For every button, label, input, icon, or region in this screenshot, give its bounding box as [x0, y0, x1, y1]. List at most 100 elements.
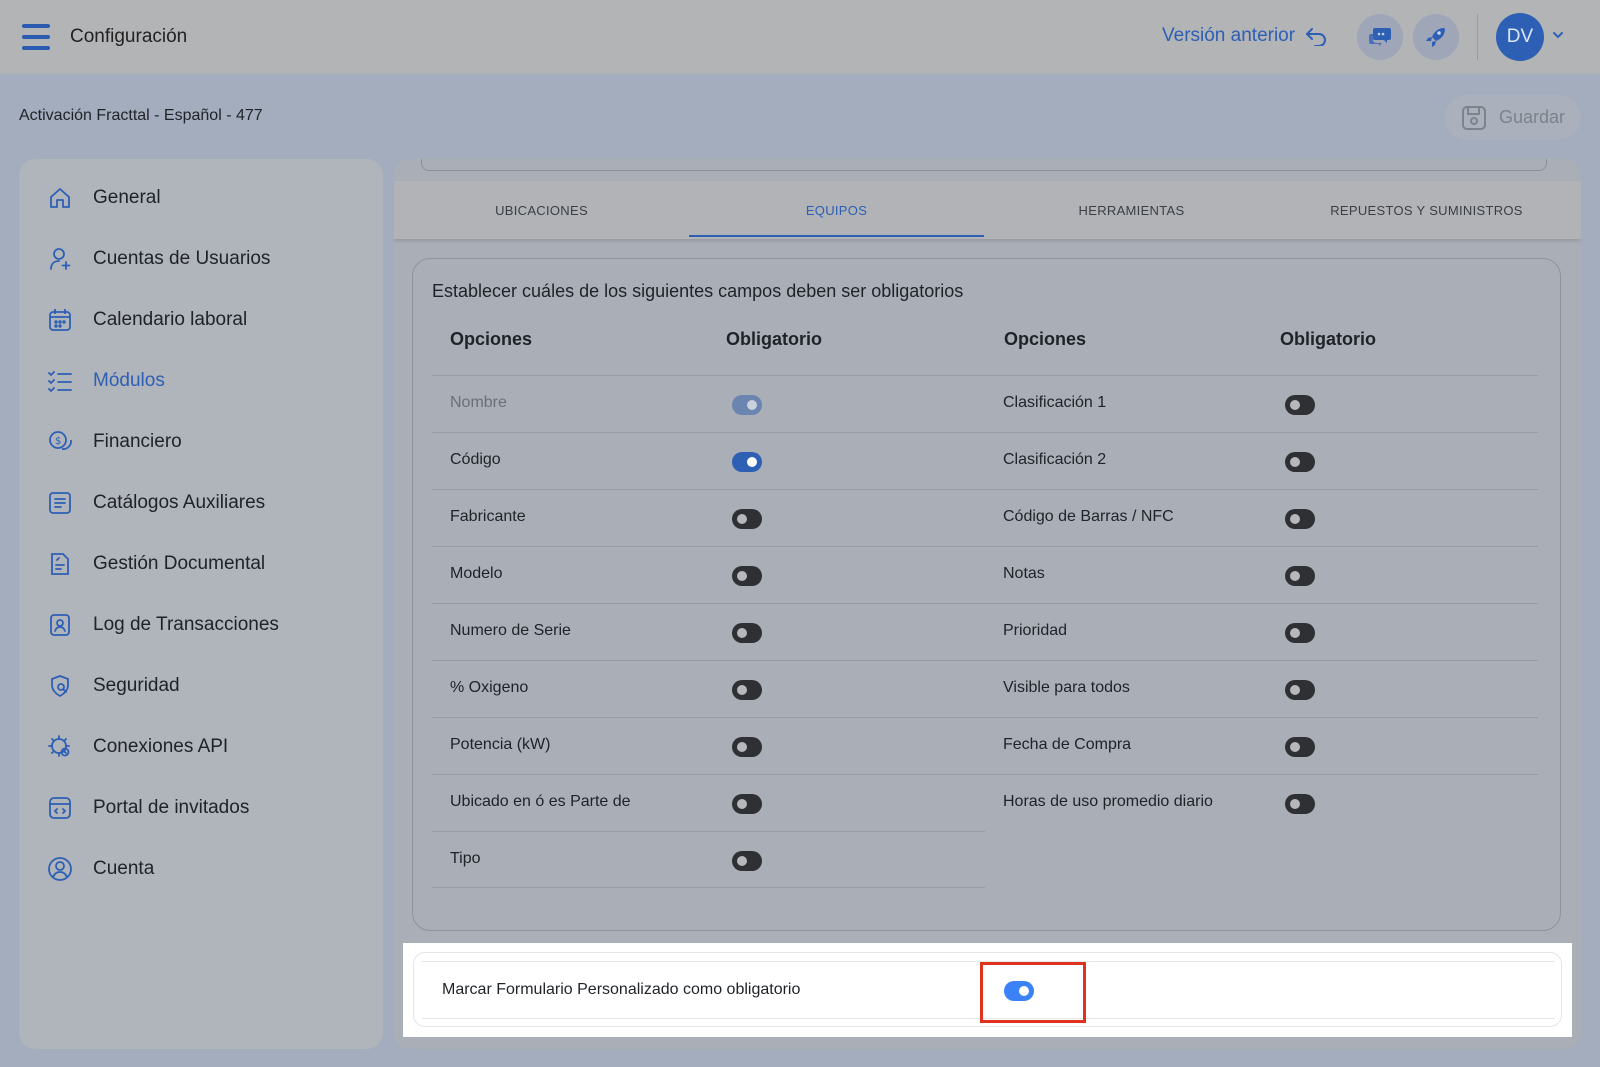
column-header-options: Opciones	[450, 329, 533, 349]
menu-icon[interactable]	[22, 24, 50, 50]
app-title: Configuración	[70, 26, 188, 47]
custom-form-panel: Marcar Formulario Personalizado como obl…	[403, 943, 1572, 1037]
tab-parts-supplies[interactable]: REPUESTOS Y SUMINISTROS	[1279, 181, 1574, 239]
breadcrumb: Activación Fracttal - Español - 477	[19, 107, 263, 124]
table-row: Numero de Serie	[432, 603, 985, 660]
account-circle-icon	[48, 857, 72, 881]
header-divider	[1477, 14, 1478, 60]
required-fields-card: Establecer cuáles de los siguientes camp…	[412, 258, 1561, 931]
field-label: Fabricante	[450, 508, 526, 525]
sidebar-item-financial[interactable]: $ Financiero	[19, 417, 383, 467]
document-icon	[51, 553, 69, 575]
svg-text:$: $	[55, 436, 61, 447]
checklist-icon	[48, 371, 72, 393]
rocket-icon	[1426, 28, 1445, 47]
toggle-classification1-required[interactable]	[1285, 395, 1315, 415]
toggle-classification2-required[interactable]	[1285, 452, 1315, 472]
toggle-type-required[interactable]	[732, 851, 762, 871]
sidebar-item-label: Financiero	[93, 431, 182, 452]
table-row: % Oxigeno	[432, 660, 985, 717]
column-header-options-2: Opciones	[1004, 329, 1087, 349]
sidebar-item-label: Log de Transacciones	[93, 614, 279, 635]
field-label: Prioridad	[1003, 622, 1068, 639]
toggle-purchase-date-required[interactable]	[1285, 737, 1315, 757]
table-row: Código	[432, 432, 985, 489]
chat-bubbles-icon	[1369, 28, 1391, 46]
field-label: Ubicado en ó es Parte de	[450, 793, 631, 810]
field-label: Tipo	[450, 850, 481, 867]
field-label: Fecha de Compra	[1003, 736, 1132, 753]
sidebar-item-label: Conexiones API	[93, 736, 229, 757]
field-label: % Oxigeno	[450, 679, 529, 696]
chat-support-button[interactable]	[1357, 14, 1403, 60]
save-button[interactable]: Guardar	[1445, 95, 1581, 140]
sidebar-item-aux-catalogs[interactable]: Catálogos Auxiliares	[19, 478, 383, 528]
table-row: Horas de uso promedio diario	[985, 774, 1538, 831]
column-header-required-2: Obligatorio	[1280, 329, 1376, 349]
table-row: Visible para todos	[985, 660, 1538, 717]
toggle-power-required[interactable]	[732, 737, 762, 757]
onboarding-button[interactable]	[1413, 14, 1459, 60]
form-field-edge	[421, 159, 1547, 171]
toggle-oxygen-required[interactable]	[732, 680, 762, 700]
sidebar-item-document-management[interactable]: Gestión Documental	[19, 539, 383, 589]
toggle-barcode-required[interactable]	[1285, 509, 1315, 529]
sidebar-item-general[interactable]: General	[19, 173, 383, 223]
table-row: Notas	[985, 546, 1538, 603]
tab-equipment[interactable]: EQUIPOS	[689, 181, 984, 239]
table-row: Clasificación 1	[985, 375, 1538, 432]
floppy-disk-icon	[1461, 105, 1486, 130]
toggle-notes-required[interactable]	[1285, 566, 1315, 586]
toggle-location-required[interactable]	[732, 794, 762, 814]
log-icon	[50, 614, 70, 636]
custom-form-card: Marcar Formulario Personalizado como obl…	[413, 952, 1562, 1027]
toggle-daily-hours-required[interactable]	[1285, 794, 1315, 814]
catalog-icon	[49, 492, 71, 514]
custom-form-label: Marcar Formulario Personalizado como obl…	[442, 981, 801, 998]
chevron-down-icon[interactable]	[1552, 31, 1564, 39]
api-gear-icon	[48, 735, 70, 757]
table-row: Tipo	[432, 831, 985, 888]
sidebar-item-modules[interactable]: Módulos	[19, 356, 383, 406]
table-row: Clasificación 2	[985, 432, 1538, 489]
sidebar: General Cuentas de Usuarios Calendario l…	[19, 159, 383, 1049]
field-label: Potencia (kW)	[450, 736, 551, 753]
toggle-code-required[interactable]	[732, 452, 762, 472]
toggle-visible-all-required[interactable]	[1285, 680, 1315, 700]
sidebar-item-api-connections[interactable]: Conexiones API	[19, 722, 383, 772]
sidebar-item-account[interactable]: Cuenta	[19, 844, 383, 894]
field-label: Clasificación 1	[1003, 394, 1107, 411]
field-label: Código de Barras / NFC	[1003, 508, 1174, 525]
field-label: Modelo	[450, 565, 503, 582]
card-title: Establecer cuáles de los siguientes camp…	[432, 281, 964, 301]
sidebar-item-security[interactable]: Seguridad	[19, 661, 383, 711]
sidebar-item-label: Catálogos Auxiliares	[93, 492, 266, 513]
toggle-priority-required[interactable]	[1285, 623, 1315, 643]
sidebar-item-user-accounts[interactable]: Cuentas de Usuarios	[19, 234, 383, 284]
sidebar-item-label: General	[93, 187, 161, 208]
toggle-manufacturer-required[interactable]	[732, 509, 762, 529]
field-label: Clasificación 2	[1003, 451, 1107, 468]
sidebar-item-guest-portal[interactable]: Portal de invitados	[19, 783, 383, 833]
portal-icon	[49, 797, 71, 819]
home-icon	[50, 188, 70, 208]
table-row: Potencia (kW)	[432, 717, 985, 774]
table-row: Código de Barras / NFC	[985, 489, 1538, 546]
user-add-icon	[50, 248, 71, 270]
tab-tools[interactable]: HERRAMIENTAS	[984, 181, 1279, 239]
avatar[interactable]: DV	[1496, 13, 1544, 61]
toggle-custom-form-required[interactable]	[1004, 981, 1034, 1001]
field-label: Notas	[1003, 565, 1045, 582]
shield-icon	[51, 675, 69, 698]
sidebar-item-label: Seguridad	[93, 675, 180, 696]
field-label: Horas de uso promedio diario	[1003, 793, 1213, 810]
previous-version-link[interactable]: Versión anterior	[1162, 25, 1327, 47]
sidebar-item-transaction-log[interactable]: Log de Transacciones	[19, 600, 383, 650]
toggle-model-required[interactable]	[732, 566, 762, 586]
sidebar-item-work-calendar[interactable]: Calendario laboral	[19, 295, 383, 345]
main-panel: UBICACIONES EQUIPOS HERRAMIENTAS REPUEST…	[394, 159, 1581, 1049]
tab-locations[interactable]: UBICACIONES	[394, 181, 689, 239]
table-row: Prioridad	[985, 603, 1538, 660]
sidebar-item-label: Gestión Documental	[93, 553, 266, 574]
toggle-serial-required[interactable]	[732, 623, 762, 643]
